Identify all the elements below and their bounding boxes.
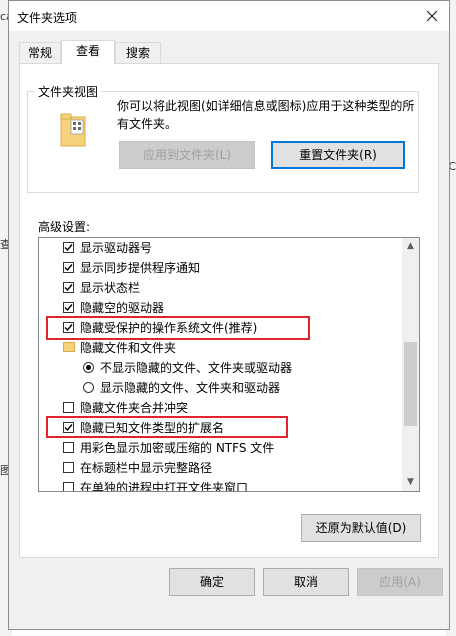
folder-views-group: 文件夹视图 你可以将此视图(如详细信息或图标)应用于这种类型的所有文件夹。 应用… — [27, 83, 433, 193]
setting-label: 显示状态栏 — [80, 281, 141, 295]
folder-views-description: 你可以将此视图(如详细信息或图标)应用于这种类型的所有文件夹。 — [117, 99, 415, 131]
close-icon — [426, 10, 438, 22]
highlight-box — [46, 316, 310, 340]
setting-label: 用彩色显示加密或压缩的 NTFS 文件 — [80, 441, 275, 455]
checkbox[interactable] — [63, 282, 74, 293]
setting-row[interactable]: 显示同步提供程序通知 — [39, 258, 403, 278]
folder-icon — [60, 113, 86, 147]
setting-row[interactable]: 显示驱动器号 — [39, 238, 403, 258]
setting-label: 在单独的进程中打开文件夹窗口 — [80, 481, 249, 492]
setting-label: 隐藏文件和文件夹 — [80, 341, 177, 355]
setting-row[interactable]: 隐藏文件夹合并冲突 — [39, 398, 403, 418]
checkbox[interactable] — [63, 262, 74, 273]
checkbox[interactable] — [63, 442, 74, 453]
advanced-settings-label: 高级设置: — [38, 220, 91, 234]
scroll-up-arrow-icon[interactable]: ▲ — [402, 238, 419, 255]
cancel-button[interactable]: 取消 — [263, 568, 349, 596]
apply-button[interactable]: 应用(A) — [357, 568, 443, 596]
checkbox[interactable] — [63, 482, 74, 491]
setting-label: 显示同步提供程序通知 — [80, 261, 201, 275]
folder-options-dialog: 文件夹选项 常规 查看 搜索 文件夹视图 你可以将此视图(如详细信息或图标)应用… — [8, 0, 450, 630]
checkbox[interactable] — [63, 462, 74, 473]
checkbox[interactable] — [63, 242, 74, 253]
folder-views-label: 文件夹视图 — [35, 83, 102, 100]
reset-folders-button[interactable]: 重置文件夹(R) — [271, 141, 405, 169]
setting-label: 隐藏文件夹合并冲突 — [80, 401, 189, 415]
checkbox[interactable] — [63, 302, 74, 313]
setting-row[interactable]: 显示隐藏的文件、文件夹和驱动器 — [39, 378, 403, 398]
setting-row[interactable]: 不显示隐藏的文件、文件夹或驱动器 — [39, 358, 403, 378]
radio-button[interactable] — [83, 362, 94, 373]
highlight-box — [46, 416, 288, 438]
ok-button[interactable]: 确定 — [169, 568, 255, 596]
restore-defaults-button[interactable]: 还原为默认值(D) — [301, 514, 421, 542]
setting-row[interactable]: 在单独的进程中打开文件夹窗口 — [39, 478, 403, 492]
setting-label: 显示隐藏的文件、文件夹和驱动器 — [100, 381, 281, 395]
close-button[interactable] — [421, 5, 443, 27]
tab-general[interactable]: 常规 — [19, 42, 61, 64]
setting-label: 隐藏空的驱动器 — [80, 301, 165, 315]
apply-to-folders-button[interactable]: 应用到文件夹(L) — [119, 141, 255, 169]
tab-view[interactable]: 查看 — [61, 40, 115, 64]
advanced-settings-list[interactable]: 显示驱动器号 显示同步提供程序通知 显示状态栏 隐藏空的驱动器 隐藏受保护的操作… — [38, 237, 420, 492]
radio-button[interactable] — [83, 382, 94, 393]
setting-row[interactable]: 隐藏空的驱动器 — [39, 298, 403, 318]
dialog-title: 文件夹选项 — [17, 11, 78, 25]
setting-row[interactable]: 在标题栏中显示完整路径 — [39, 458, 403, 478]
checkbox[interactable] — [63, 402, 74, 413]
setting-row[interactable]: 用彩色显示加密或压缩的 NTFS 文件 — [39, 438, 403, 458]
setting-row[interactable]: 显示状态栏 — [39, 278, 403, 298]
tab-search[interactable]: 搜索 — [115, 42, 161, 64]
vertical-scrollbar[interactable]: ▲ ▼ — [402, 238, 419, 491]
scrollbar-thumb[interactable] — [404, 342, 417, 426]
title-bar: 文件夹选项 — [9, 1, 449, 31]
folder-icon — [63, 342, 75, 352]
setting-row: 隐藏文件和文件夹 — [39, 338, 403, 358]
setting-label: 不显示隐藏的文件、文件夹或驱动器 — [100, 361, 293, 375]
scroll-down-arrow-icon[interactable]: ▼ — [402, 474, 419, 491]
setting-label: 在标题栏中显示完整路径 — [80, 461, 213, 475]
setting-label: 显示驱动器号 — [80, 241, 153, 255]
